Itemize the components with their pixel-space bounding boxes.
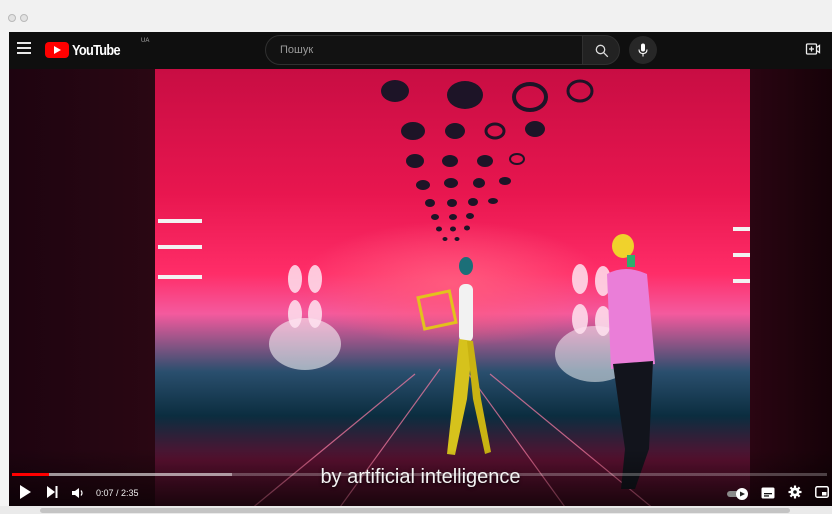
minimize-window-button[interactable] (20, 14, 28, 22)
window-titlebar (0, 0, 832, 30)
caption-text: by artificial intelligence (320, 466, 521, 488)
search-input[interactable] (266, 36, 582, 64)
volume-icon (72, 488, 83, 498)
search-button[interactable] (582, 35, 620, 65)
video-frame[interactable] (155, 69, 750, 514)
time-display: 0:07 / 2:35 (96, 488, 139, 498)
settings-icon (788, 485, 802, 499)
subtitles-button[interactable] (761, 486, 775, 504)
subtitles-icon (761, 487, 775, 499)
next-icon (47, 486, 58, 498)
youtube-logo-icon (45, 42, 69, 58)
settings-button[interactable] (788, 485, 802, 504)
create-icon (805, 43, 821, 55)
play-button[interactable] (18, 484, 32, 505)
create-button[interactable] (805, 41, 823, 59)
search-icon (595, 44, 609, 58)
browser-window: YouTube UA Пошук by artificial intellige… (0, 0, 832, 514)
miniplayer-button[interactable] (815, 485, 829, 504)
autoplay-toggle[interactable] (727, 487, 749, 505)
country-code: UA (141, 38, 150, 44)
horizontal-scrollbar[interactable] (0, 506, 832, 514)
letterbox-right (750, 69, 832, 514)
progress-played (12, 473, 49, 476)
voice-search-button[interactable] (629, 36, 657, 64)
next-button[interactable] (45, 485, 59, 504)
youtube-page: YouTube UA Пошук by artificial intellige… (9, 32, 832, 514)
video-player[interactable]: by artificial intelligence 0:07 / 2:35 (9, 69, 832, 514)
mic-icon (638, 43, 648, 57)
youtube-logo[interactable]: YouTube UA (45, 38, 149, 59)
letterbox-left (9, 69, 155, 514)
autoplay-toggle-icon (727, 488, 748, 500)
volume-button[interactable] (71, 486, 85, 504)
search-box (265, 35, 583, 65)
logo-text: YouTube (72, 41, 121, 59)
play-icon (20, 485, 31, 499)
video-scene-illustration (158, 79, 750, 514)
close-window-button[interactable] (8, 14, 16, 22)
progress-bar[interactable] (12, 473, 827, 476)
miniplayer-icon (815, 486, 829, 498)
masthead: YouTube UA (9, 32, 832, 69)
menu-icon[interactable] (17, 42, 31, 56)
scrollbar-thumb[interactable] (40, 508, 790, 513)
